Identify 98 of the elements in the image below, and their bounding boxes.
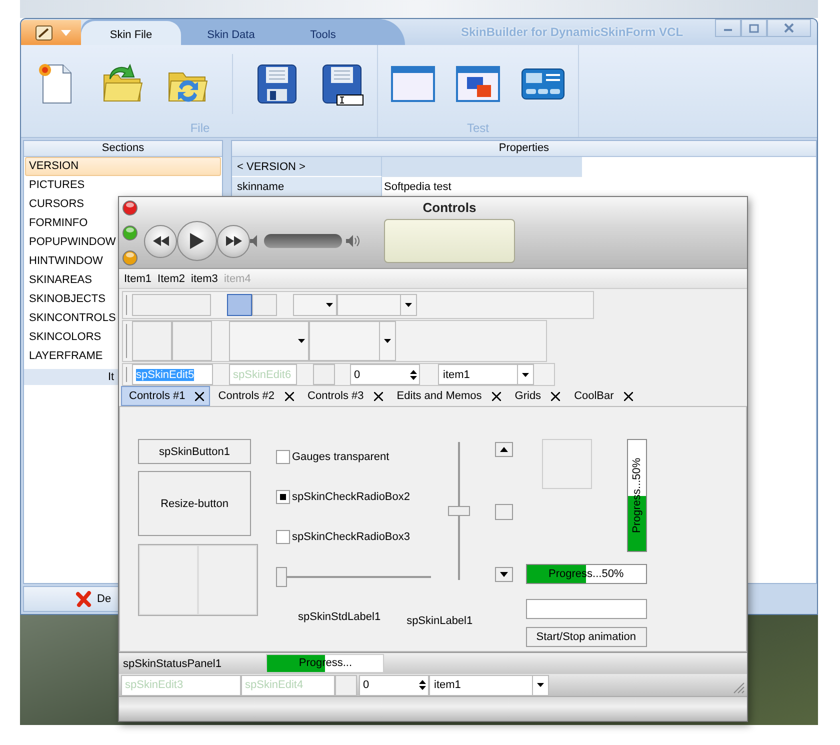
toolbar-button[interactable] [335, 674, 357, 696]
text-field[interactable] [526, 599, 647, 619]
scroll-down-button[interactable] [494, 567, 513, 582]
dropdown-arrow-icon [326, 302, 333, 307]
checkbox[interactable] [276, 530, 290, 544]
close-icon[interactable] [624, 392, 633, 400]
window-title: SkinBuilder for DynamicSkinForm VCL [461, 25, 684, 39]
cross-icon [76, 591, 92, 607]
text-label: spSkinLabel1 [406, 615, 473, 627]
rewind-icon [152, 236, 168, 246]
slider-thumb[interactable] [276, 567, 287, 587]
section-item[interactable]: PICTURES [25, 176, 221, 195]
ribbon-tab[interactable]: Skin File [81, 21, 181, 45]
property-name: < VERSION > [232, 157, 382, 177]
combo-box[interactable] [337, 294, 417, 316]
vertical-progress-bar: Progress...50% [626, 439, 647, 552]
horizontal-slider[interactable] [276, 567, 431, 587]
combo-box[interactable]: item1 [429, 674, 549, 696]
close-button[interactable] [767, 19, 811, 37]
combo-box[interactable] [293, 294, 337, 316]
play-icon [190, 233, 204, 249]
up-arrow-icon [500, 447, 508, 452]
dropdown-arrow-icon [298, 338, 305, 343]
combo-box[interactable]: item1 [438, 364, 534, 385]
page-tab[interactable]: Controls #3 [300, 386, 389, 406]
rewind-button[interactable] [144, 224, 177, 258]
section-item[interactable]: VERSION [25, 157, 221, 176]
spin-field[interactable]: 0 [350, 364, 420, 385]
vertical-slider[interactable] [448, 442, 470, 580]
window-title: Controls [422, 199, 478, 217]
app-menu-button[interactable] [21, 20, 81, 45]
volume-track[interactable] [264, 234, 342, 248]
toolbar-button[interactable] [172, 320, 212, 361]
up-arrow-icon [410, 370, 417, 374]
close-icon[interactable] [195, 392, 204, 400]
toolbar-button[interactable] [313, 364, 335, 385]
animation-button[interactable]: Start/Stop animation [526, 627, 647, 647]
combo-box[interactable] [309, 320, 396, 361]
close-icon[interactable] [551, 392, 560, 400]
menu-item[interactable]: item3 [191, 272, 218, 284]
combo-box[interactable] [229, 320, 309, 361]
toolbar-button[interactable] [132, 320, 172, 361]
group-label: File [189, 121, 211, 135]
toolbar-button[interactable] [132, 294, 211, 316]
ribbon-tab[interactable]: Tools [281, 21, 365, 45]
push-button[interactable]: spSkinButton1 [138, 439, 251, 464]
fast-forward-icon [226, 236, 242, 246]
dropdown-arrow-icon [537, 683, 544, 687]
checkbox-label: spSkinCheckRadioBox3 [292, 531, 410, 543]
maximize-button[interactable] [741, 19, 767, 37]
page-tab[interactable]: CoolBar [566, 386, 639, 406]
close-light-icon[interactable] [122, 200, 138, 216]
wand-icon [35, 24, 53, 40]
up-arrow-icon [419, 680, 426, 684]
push-button[interactable]: Resize-button [138, 471, 251, 536]
toggle-button[interactable] [252, 294, 277, 316]
slider-thumb[interactable] [448, 506, 470, 516]
checkbox-label: Gauges transparent [292, 451, 390, 463]
speaker-loud-icon [346, 235, 360, 247]
play-button[interactable] [177, 221, 217, 261]
panel-header: Properties [232, 141, 816, 157]
down-arrow-icon [410, 376, 417, 380]
text-label: spSkinStdLabel1 [298, 611, 381, 625]
status-text: spSkinStatusPanel1 [123, 658, 222, 670]
fast-forward-button[interactable] [217, 224, 250, 258]
dropdown-arrow-icon [384, 338, 391, 343]
minimize-light-icon[interactable] [122, 250, 138, 266]
dropdown-arrow-icon [405, 302, 412, 307]
group-label: Test [466, 121, 490, 135]
page-tab[interactable]: Edits and Memos [388, 386, 507, 406]
menu-item[interactable]: Item1 [124, 272, 152, 284]
menu-item[interactable]: Item2 [158, 272, 186, 284]
caret-icon [61, 30, 71, 36]
close-icon[interactable] [492, 392, 501, 400]
checkbox-label: spSkinCheckRadioBox2 [292, 491, 410, 503]
property-name: skinname [232, 177, 382, 197]
minimize-button[interactable] [715, 19, 741, 37]
scroll-up-button[interactable] [494, 442, 513, 457]
page-tab[interactable]: Grids [506, 386, 566, 406]
down-arrow-icon [500, 572, 508, 577]
close-icon[interactable] [284, 392, 294, 400]
panel-header: Sections [24, 141, 222, 157]
down-arrow-icon [419, 686, 426, 690]
resize-grip-icon [733, 682, 745, 694]
scroll-thumb[interactable] [494, 504, 513, 520]
close-icon [782, 23, 796, 33]
maximize-light-icon[interactable] [122, 225, 138, 241]
checkbox[interactable] [276, 450, 290, 464]
page-tab[interactable]: Controls #2 [210, 386, 300, 406]
maximize-icon [747, 23, 761, 33]
toggle-button[interactable] [227, 294, 252, 316]
empty-panel [542, 439, 592, 489]
page-tab[interactable]: Controls #1 [121, 386, 210, 406]
ribbon-tab[interactable]: Skin Data [181, 21, 281, 45]
dropdown-arrow-icon [522, 372, 529, 376]
spin-field[interactable]: 0 [359, 674, 429, 696]
checkbox[interactable] [276, 490, 290, 504]
close-icon[interactable] [374, 392, 383, 400]
